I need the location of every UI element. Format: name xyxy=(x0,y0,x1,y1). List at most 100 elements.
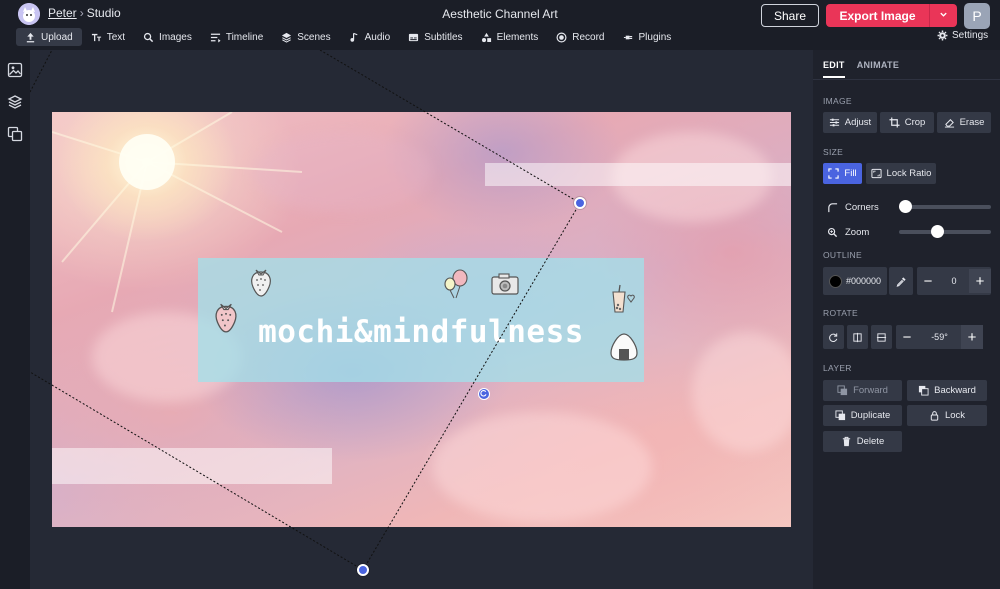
timeline-icon xyxy=(210,33,221,43)
rotate-handle[interactable] xyxy=(478,388,490,400)
subtitles-icon xyxy=(409,33,419,41)
plus-icon[interactable]: + xyxy=(969,269,991,293)
onigiri-icon[interactable] xyxy=(608,332,640,362)
canvas-workspace[interactable]: mochi&mindfulness xyxy=(30,50,813,589)
flip-vertical-button[interactable] xyxy=(871,325,892,349)
tool-label: Text xyxy=(106,31,126,43)
outline-width-value[interactable]: 0 xyxy=(939,276,969,286)
flip-vertical-icon xyxy=(876,332,887,342)
shapes-icon xyxy=(481,32,491,42)
zoom-control: Zoom xyxy=(827,227,869,238)
resize-handle-bottom-right[interactable] xyxy=(357,564,369,576)
backward-label: Backward xyxy=(934,385,976,396)
tool-elements[interactable]: Elements xyxy=(472,28,548,46)
export-options-button[interactable] xyxy=(929,4,957,27)
tool-timeline[interactable]: Timeline xyxy=(201,28,272,46)
banner-text[interactable]: mochi&mindfulness xyxy=(198,314,644,350)
white-band-top[interactable] xyxy=(485,163,791,186)
artboard[interactable]: mochi&mindfulness xyxy=(52,112,791,527)
title-banner[interactable]: mochi&mindfulness xyxy=(198,258,644,382)
breadcrumb-user-link[interactable]: Peter xyxy=(48,6,77,20)
rotate-icon xyxy=(480,390,487,397)
lock-icon xyxy=(930,411,939,421)
strawberry-icon[interactable] xyxy=(248,266,274,298)
bubble-tea-icon[interactable] xyxy=(608,284,636,314)
flip-horizontal-button[interactable] xyxy=(847,325,868,349)
export-image-button[interactable]: Export Image xyxy=(826,4,929,27)
tool-upload[interactable]: Upload xyxy=(16,28,82,46)
zoom-slider[interactable] xyxy=(899,230,991,234)
chevron-down-icon xyxy=(940,12,947,17)
user-avatar[interactable]: P xyxy=(964,3,990,29)
expand-icon xyxy=(828,168,840,179)
strawberry-icon[interactable] xyxy=(212,300,240,334)
lock-ratio-button[interactable]: Lock Ratio xyxy=(866,163,936,184)
duplicate-button[interactable]: Duplicate xyxy=(823,405,902,426)
music-note-icon xyxy=(350,32,358,42)
top-bar: Peter › Studio Aesthetic Channel Art Share… xyxy=(0,0,1000,50)
camera-icon[interactable] xyxy=(490,272,520,296)
text-icon xyxy=(91,33,101,41)
tool-label: Subtitles xyxy=(424,31,463,43)
zoom-slider-thumb[interactable] xyxy=(930,225,944,238)
balloons-icon[interactable] xyxy=(440,268,470,300)
sliders-icon xyxy=(829,118,839,127)
corners-label: Corners xyxy=(845,202,879,213)
white-band-bottom[interactable] xyxy=(52,448,332,484)
tool-record[interactable]: Record xyxy=(547,28,613,46)
tool-label: Scenes xyxy=(297,31,331,43)
lock-label: Lock xyxy=(944,410,966,421)
tab-edit[interactable]: EDIT xyxy=(823,60,845,78)
tool-label: Images xyxy=(159,31,192,43)
outline-color-swatch xyxy=(829,274,842,288)
erase-button[interactable]: Erase xyxy=(937,112,991,133)
tool-label: Timeline xyxy=(225,31,264,43)
corners-slider-thumb[interactable] xyxy=(899,200,912,213)
main-toolbar: Upload Text Images Timeline Scenes Audio… xyxy=(16,28,680,46)
plus-icon[interactable]: + xyxy=(961,325,983,349)
left-rail xyxy=(0,50,30,589)
fill-label: Fill xyxy=(844,168,857,179)
outline-color-picker[interactable]: #000000 xyxy=(823,267,887,295)
eyedropper-button[interactable] xyxy=(889,267,913,295)
layers-icon xyxy=(282,32,292,43)
forward-button[interactable]: Forward xyxy=(823,380,902,401)
size-section-label: SIZE xyxy=(823,147,844,157)
lock-button[interactable]: Lock xyxy=(907,405,987,426)
tool-audio[interactable]: Audio xyxy=(340,28,400,46)
corners-slider[interactable] xyxy=(899,205,991,209)
crop-button[interactable]: Crop xyxy=(880,112,934,133)
delete-button[interactable]: Delete xyxy=(823,431,902,452)
tab-animate[interactable]: ANIMATE xyxy=(857,60,899,78)
rotate-value[interactable]: -59° xyxy=(918,332,961,342)
tool-text[interactable]: Text xyxy=(82,28,134,46)
resize-handle-top-right[interactable] xyxy=(574,197,586,209)
minus-icon[interactable]: − xyxy=(917,269,939,293)
image-icon[interactable] xyxy=(7,62,23,78)
search-icon xyxy=(143,32,154,42)
minus-icon[interactable]: − xyxy=(896,325,918,349)
tool-images[interactable]: Images xyxy=(134,28,201,46)
corner-radius-icon xyxy=(828,203,838,213)
fill-button[interactable]: Fill xyxy=(823,163,862,184)
rotate-stepper[interactable]: − -59° + xyxy=(896,325,983,349)
outline-color-value: #000000 xyxy=(846,276,882,286)
share-button[interactable]: Share xyxy=(761,4,819,27)
tool-subtitles[interactable]: Subtitles xyxy=(399,28,471,46)
breadcrumb: Peter › Studio xyxy=(48,6,121,20)
layers-icon[interactable] xyxy=(7,94,23,110)
backward-button[interactable]: Backward xyxy=(907,380,987,401)
tool-plugins[interactable]: Plugins xyxy=(614,28,681,46)
rotate-reset-button[interactable] xyxy=(823,325,844,349)
panel-tabs: EDIT ANIMATE xyxy=(823,60,899,78)
tool-scenes[interactable]: Scenes xyxy=(272,28,339,46)
lock-ratio-label: Lock Ratio xyxy=(886,168,932,179)
cloud-shape xyxy=(432,412,652,522)
settings-button[interactable]: Settings xyxy=(937,30,988,41)
adjust-button[interactable]: Adjust xyxy=(823,112,877,133)
outline-width-stepper[interactable]: − 0 + xyxy=(917,267,991,295)
breadcrumb-location[interactable]: Studio xyxy=(87,6,121,20)
duplicate-pages-icon[interactable] xyxy=(7,126,23,142)
studio-avatar[interactable] xyxy=(18,3,40,25)
trash-icon xyxy=(842,436,850,447)
